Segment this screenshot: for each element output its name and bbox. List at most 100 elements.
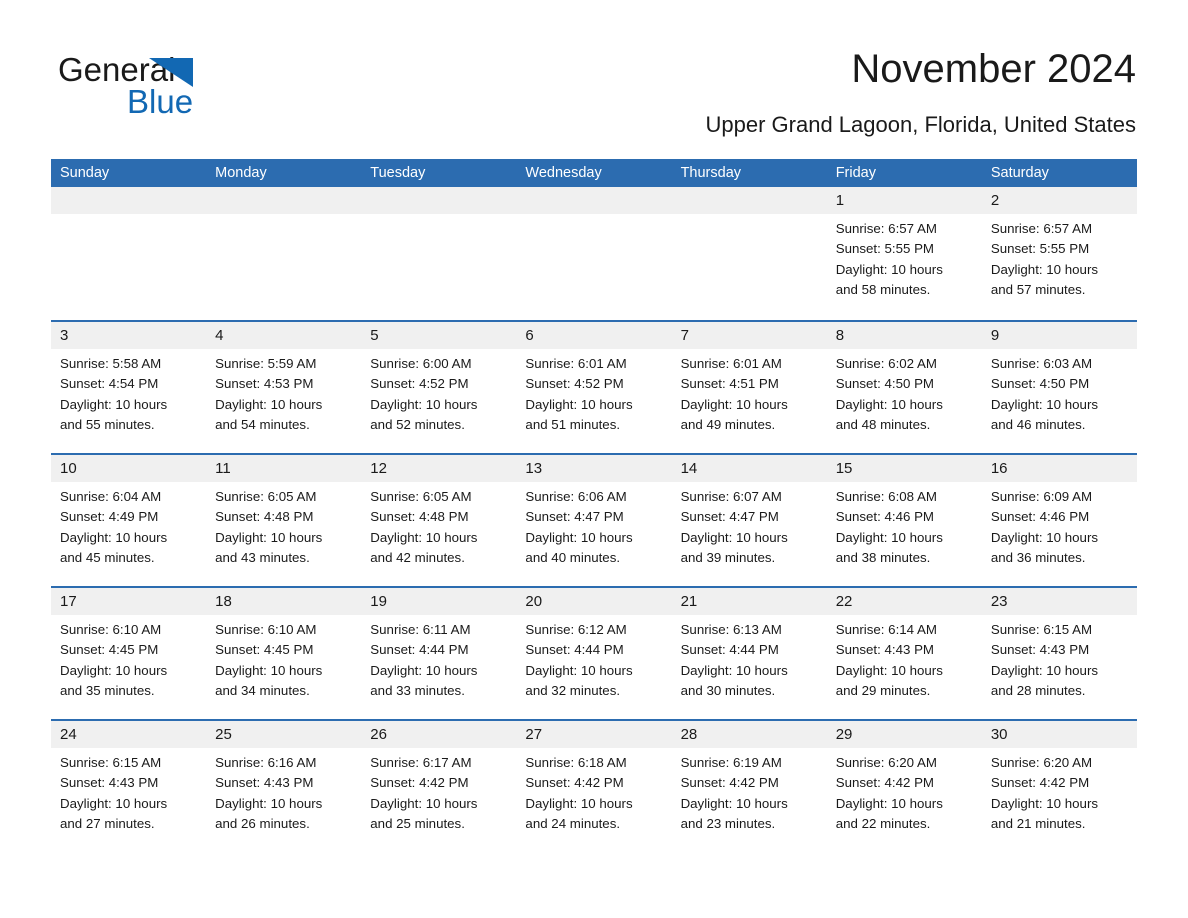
sunset-text: Sunset: 4:50 PM — [835, 376, 935, 392]
daylight-text-line1: Daylight: 10 hours — [215, 795, 323, 811]
day-cell[interactable]: 5 Sunrise: 6:00 AM Sunset: 4:52 PM Dayli… — [361, 322, 517, 453]
day-cell[interactable]: 30 Sunrise: 6:20 AM Sunset: 4:42 PM Dayl… — [981, 721, 1137, 852]
sunrise-text: Sunrise: 5:58 AM — [60, 356, 162, 371]
day-cell[interactable]: 17 Sunrise: 6:10 AM Sunset: 4:45 PM Dayl… — [51, 588, 207, 719]
day-cell[interactable]: 2 Sunrise: 6:57 AM Sunset: 5:55 PM Dayli… — [981, 187, 1137, 320]
daylight-text-line2: and 26 minutes. — [215, 815, 310, 831]
daylight-text-line1: Daylight: 10 hours — [215, 396, 323, 412]
day-info: Sunrise: 6:08 AM Sunset: 4:46 PM Dayligh… — [827, 482, 982, 568]
day-info: Sunrise: 6:57 AM Sunset: 5:55 PM Dayligh… — [982, 214, 1137, 300]
day-cell[interactable]: 16 Sunrise: 6:09 AM Sunset: 4:46 PM Dayl… — [981, 455, 1137, 586]
sunset-text: Sunset: 5:55 PM — [990, 241, 1090, 257]
day-cell[interactable]: 19 Sunrise: 6:11 AM Sunset: 4:44 PM Dayl… — [361, 588, 517, 719]
daylight-text-line2: and 51 minutes. — [525, 416, 621, 432]
weekday-header-row: Sunday Monday Tuesday Wednesday Thursday… — [51, 159, 1137, 187]
sunset-text: Sunset: 4:53 PM — [215, 376, 314, 392]
day-cell[interactable] — [671, 187, 827, 320]
day-info — [51, 214, 206, 219]
day-number: 12 — [361, 455, 517, 482]
day-info: Sunrise: 6:01 AM Sunset: 4:52 PM Dayligh… — [516, 349, 671, 435]
day-cell[interactable]: 1 Sunrise: 6:57 AM Sunset: 5:55 PM Dayli… — [826, 187, 982, 320]
day-info: Sunrise: 6:06 AM Sunset: 4:47 PM Dayligh… — [516, 482, 671, 568]
day-cell[interactable]: 21 Sunrise: 6:13 AM Sunset: 4:44 PM Dayl… — [671, 588, 827, 719]
daylight-text-line1: Daylight: 10 hours — [990, 529, 1099, 545]
day-cell[interactable]: 8 Sunrise: 6:02 AM Sunset: 4:50 PM Dayli… — [826, 322, 982, 453]
daylight-text-line2: and 29 minutes. — [835, 682, 931, 698]
day-cell[interactable]: 18 Sunrise: 6:10 AM Sunset: 4:45 PM Dayl… — [206, 588, 362, 719]
day-cell[interactable]: 29 Sunrise: 6:20 AM Sunset: 4:42 PM Dayl… — [826, 721, 982, 852]
sunrise-text: Sunrise: 5:59 AM — [215, 356, 317, 371]
day-number: 30 — [981, 721, 1137, 748]
day-cell[interactable]: 13 Sunrise: 6:06 AM Sunset: 4:47 PM Dayl… — [516, 455, 672, 586]
daylight-text-line2: and 57 minutes. — [990, 281, 1086, 297]
sunset-text: Sunset: 4:47 PM — [680, 509, 779, 525]
day-number: 27 — [516, 721, 672, 748]
sunset-text: Sunset: 4:42 PM — [370, 775, 469, 791]
day-cell[interactable] — [516, 187, 672, 320]
day-cell[interactable]: 11 Sunrise: 6:05 AM Sunset: 4:48 PM Dayl… — [206, 455, 362, 586]
day-cell[interactable]: 23 Sunrise: 6:15 AM Sunset: 4:43 PM Dayl… — [981, 588, 1137, 719]
day-cell[interactable]: 9 Sunrise: 6:03 AM Sunset: 4:50 PM Dayli… — [981, 322, 1137, 453]
day-cell[interactable]: 7 Sunrise: 6:01 AM Sunset: 4:51 PM Dayli… — [671, 322, 827, 453]
sunrise-text: Sunrise: 6:04 AM — [60, 489, 162, 504]
day-info: Sunrise: 6:17 AM Sunset: 4:42 PM Dayligh… — [361, 748, 516, 834]
day-cell[interactable]: 25 Sunrise: 6:16 AM Sunset: 4:43 PM Dayl… — [206, 721, 362, 852]
sunrise-text: Sunrise: 6:05 AM — [215, 489, 317, 504]
day-cell[interactable]: 3 Sunrise: 5:58 AM Sunset: 4:54 PM Dayli… — [51, 322, 207, 453]
sunrise-text: Sunrise: 6:11 AM — [370, 622, 471, 637]
sunrise-text: Sunrise: 6:15 AM — [990, 622, 1093, 637]
day-number: 5 — [361, 322, 517, 349]
daylight-text-line2: and 35 minutes. — [60, 682, 155, 698]
day-number — [206, 187, 362, 214]
sunset-text: Sunset: 4:54 PM — [60, 376, 159, 392]
sunrise-text: Sunrise: 6:15 AM — [60, 755, 162, 770]
daylight-text-line2: and 24 minutes. — [525, 815, 621, 831]
sunrise-text: Sunrise: 6:00 AM — [370, 356, 472, 371]
daylight-text-line1: Daylight: 10 hours — [835, 261, 943, 277]
day-cell[interactable]: 28 Sunrise: 6:19 AM Sunset: 4:42 PM Dayl… — [671, 721, 827, 852]
sunset-text: Sunset: 4:47 PM — [525, 509, 624, 525]
day-number — [361, 187, 517, 214]
day-cell[interactable]: 20 Sunrise: 6:12 AM Sunset: 4:44 PM Dayl… — [516, 588, 672, 719]
day-cell[interactable] — [361, 187, 517, 320]
day-info: Sunrise: 6:18 AM Sunset: 4:42 PM Dayligh… — [516, 748, 671, 834]
day-cell[interactable]: 15 Sunrise: 6:08 AM Sunset: 4:46 PM Dayl… — [826, 455, 982, 586]
sunset-text: Sunset: 4:49 PM — [60, 509, 159, 525]
day-number: 26 — [361, 721, 517, 748]
sunrise-text: Sunrise: 6:01 AM — [525, 356, 627, 371]
day-cell[interactable] — [206, 187, 362, 320]
daylight-text-line1: Daylight: 10 hours — [60, 396, 168, 412]
day-cell[interactable]: 27 Sunrise: 6:18 AM Sunset: 4:42 PM Dayl… — [516, 721, 672, 852]
day-number: 18 — [206, 588, 362, 615]
day-cell[interactable]: 24 Sunrise: 6:15 AM Sunset: 4:43 PM Dayl… — [51, 721, 207, 852]
day-cell[interactable] — [51, 187, 207, 320]
sunrise-text: Sunrise: 6:17 AM — [370, 755, 472, 770]
page-subtitle: Upper Grand Lagoon, Florida, United Stat… — [705, 112, 1136, 137]
daylight-text-line2: and 42 minutes. — [370, 549, 465, 565]
day-number: 17 — [51, 588, 207, 615]
day-cell[interactable]: 10 Sunrise: 6:04 AM Sunset: 4:49 PM Dayl… — [51, 455, 207, 586]
daylight-text-line1: Daylight: 10 hours — [60, 529, 168, 545]
daylight-text-line2: and 30 minutes. — [680, 682, 776, 698]
calendar-week-row: 1 Sunrise: 6:57 AM Sunset: 5:55 PM Dayli… — [51, 187, 1137, 320]
day-cell[interactable]: 4 Sunrise: 5:59 AM Sunset: 4:53 PM Dayli… — [206, 322, 362, 453]
day-number — [51, 187, 207, 214]
day-cell[interactable]: 6 Sunrise: 6:01 AM Sunset: 4:52 PM Dayli… — [516, 322, 672, 453]
day-cell[interactable]: 22 Sunrise: 6:14 AM Sunset: 4:43 PM Dayl… — [826, 588, 982, 719]
day-number: 6 — [516, 322, 672, 349]
sunrise-text: Sunrise: 6:01 AM — [680, 356, 782, 371]
day-info: Sunrise: 5:58 AM Sunset: 4:54 PM Dayligh… — [51, 349, 206, 435]
sunrise-text: Sunrise: 6:02 AM — [835, 356, 937, 371]
sunset-text: Sunset: 4:44 PM — [680, 642, 779, 658]
day-number: 9 — [981, 322, 1137, 349]
day-number: 1 — [826, 187, 982, 214]
day-cell[interactable]: 12 Sunrise: 6:05 AM Sunset: 4:48 PM Dayl… — [361, 455, 517, 586]
calendar-grid: Sunday Monday Tuesday Wednesday Thursday… — [51, 159, 1137, 852]
day-number: 10 — [51, 455, 207, 482]
daylight-text-line1: Daylight: 10 hours — [370, 529, 478, 545]
day-cell[interactable]: 14 Sunrise: 6:07 AM Sunset: 4:47 PM Dayl… — [671, 455, 827, 586]
day-number — [671, 187, 827, 214]
day-cell[interactable]: 26 Sunrise: 6:17 AM Sunset: 4:42 PM Dayl… — [361, 721, 517, 852]
day-info: Sunrise: 6:12 AM Sunset: 4:44 PM Dayligh… — [516, 615, 671, 701]
sunrise-text: Sunrise: 6:08 AM — [835, 489, 937, 504]
